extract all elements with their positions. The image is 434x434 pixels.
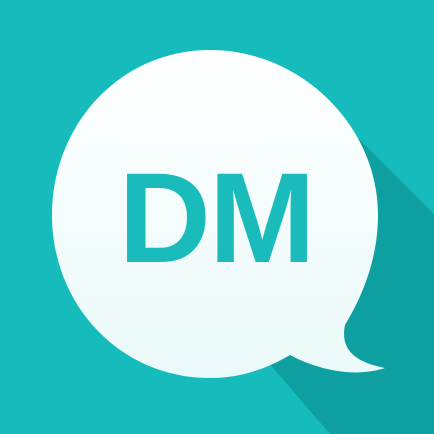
chat-bubble-logo: DM: [0, 0, 434, 434]
logo-text: DM: [118, 147, 313, 290]
dm-app-icon[interactable]: DM: [0, 0, 434, 434]
